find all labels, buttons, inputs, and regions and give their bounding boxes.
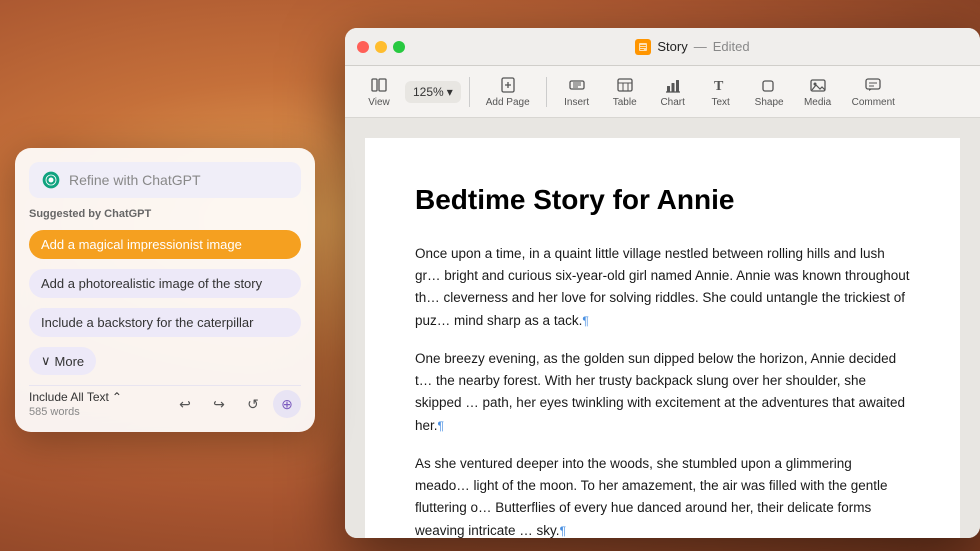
pilcrow-2: ¶	[438, 419, 444, 433]
text-button[interactable]: T Text	[699, 71, 743, 112]
toolbar-separator-1	[469, 77, 470, 107]
redo-button[interactable]: ↪	[205, 390, 233, 418]
media-button[interactable]: Media	[796, 71, 840, 112]
insert-button[interactable]: Insert	[555, 71, 599, 112]
shape-icon	[759, 75, 779, 95]
toolbar-separator-2	[546, 77, 547, 107]
undo-button[interactable]: ↩	[171, 390, 199, 418]
edited-label: Edited	[713, 39, 750, 54]
pages-content[interactable]: Bedtime Story for Annie Once upon a time…	[345, 118, 980, 538]
include-chevron-icon: ⌃	[112, 390, 122, 404]
add-page-button[interactable]: Add Page	[478, 71, 538, 112]
zoom-value: 125%	[413, 85, 444, 99]
document-title: Story	[657, 39, 687, 54]
pilcrow-1: ¶	[582, 314, 588, 328]
maximize-button[interactable]	[393, 41, 405, 53]
suggestion-2-button[interactable]: Add a photorealistic image of the story	[29, 269, 301, 298]
insert-label: Insert	[564, 97, 589, 108]
traffic-lights	[357, 41, 405, 53]
media-icon	[808, 75, 828, 95]
shape-button[interactable]: Shape	[747, 71, 792, 112]
footer-actions: ↩ ↪ ↺ ⊕	[171, 390, 301, 418]
panel-footer: Include All Text ⌃ 585 words ↩ ↪ ↺ ⊕	[29, 385, 301, 418]
add-button[interactable]: ⊕	[273, 390, 301, 418]
comment-icon	[863, 75, 883, 95]
comment-label: Comment	[852, 97, 895, 108]
add-page-label: Add Page	[486, 97, 530, 108]
paragraph-2: One breezy evening, as the golden sun di…	[415, 348, 910, 437]
chevron-down-icon: ∨	[41, 353, 51, 369]
chatgpt-panel: Refine with ChatGPT Suggested by ChatGPT…	[15, 148, 315, 432]
page-body: Bedtime Story for Annie Once upon a time…	[365, 138, 960, 538]
suggestion-1-button[interactable]: Add a magical impressionist image	[29, 230, 301, 259]
table-label: Table	[613, 97, 637, 108]
table-icon	[615, 75, 635, 95]
suggestion-3-button[interactable]: Include a backstory for the caterpillar	[29, 308, 301, 337]
view-label: View	[368, 97, 390, 108]
text-icon: T	[711, 75, 731, 95]
word-count: 585 words	[29, 406, 122, 418]
pages-window: Story — Edited View 125% ▾	[345, 28, 980, 538]
paragraph-1: Once upon a time, in a quaint little vil…	[415, 243, 910, 332]
include-all-text[interactable]: Include All Text ⌃	[29, 390, 122, 404]
media-label: Media	[804, 97, 831, 108]
more-button-label: More	[55, 354, 85, 369]
comment-button[interactable]: Comment	[844, 71, 903, 112]
title-separator: —	[694, 39, 707, 54]
add-page-icon	[498, 75, 518, 95]
refresh-button[interactable]: ↺	[239, 390, 267, 418]
chart-label: Chart	[660, 97, 684, 108]
chatgpt-search-placeholder: Refine with ChatGPT	[69, 172, 289, 188]
shape-label: Shape	[755, 97, 784, 108]
window-title: Story — Edited	[417, 39, 968, 55]
chatgpt-search-bar[interactable]: Refine with ChatGPT	[29, 162, 301, 198]
text-label: Text	[712, 97, 730, 108]
pages-app-icon	[635, 39, 651, 55]
include-label: Include All Text	[29, 390, 109, 404]
chart-button[interactable]: Chart	[651, 71, 695, 112]
paragraph-3: As she ventured deeper into the woods, s…	[415, 453, 910, 538]
pages-toolbar: View 125% ▾ Add Page	[345, 66, 980, 118]
minimize-button[interactable]	[375, 41, 387, 53]
table-button[interactable]: Table	[603, 71, 647, 112]
chatgpt-logo-icon	[41, 170, 61, 190]
suggested-by-chatgpt-label: Suggested by ChatGPT	[29, 208, 301, 220]
footer-left: Include All Text ⌃ 585 words	[29, 390, 122, 418]
zoom-chevron: ▾	[447, 85, 453, 99]
pilcrow-3: ¶	[560, 524, 566, 538]
story-title: Bedtime Story for Annie	[415, 178, 910, 223]
close-button[interactable]	[357, 41, 369, 53]
insert-icon	[567, 75, 587, 95]
view-button[interactable]: View	[357, 71, 401, 112]
pages-titlebar: Story — Edited	[345, 28, 980, 66]
chart-icon	[663, 75, 683, 95]
svg-text:T: T	[714, 79, 724, 94]
view-icon	[369, 75, 389, 95]
zoom-control[interactable]: 125% ▾	[405, 81, 461, 103]
more-button[interactable]: ∨ More	[29, 347, 96, 375]
